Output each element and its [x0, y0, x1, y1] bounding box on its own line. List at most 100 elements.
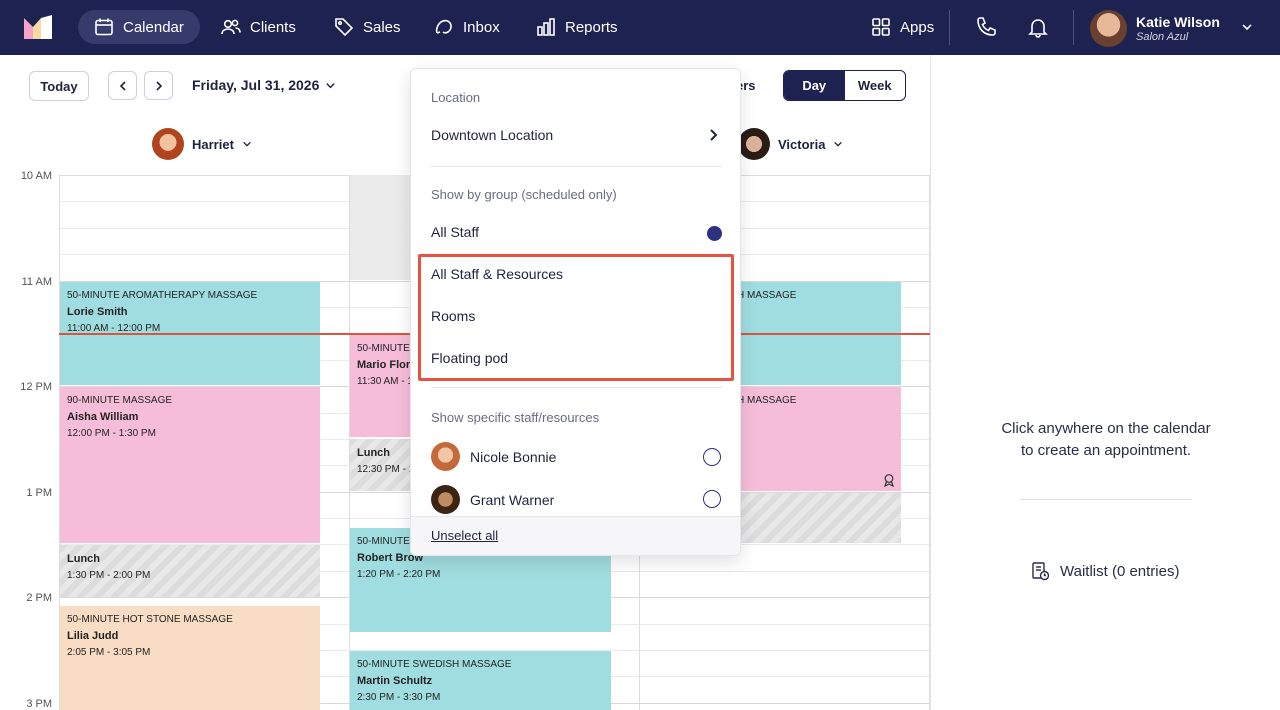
prev-day-button[interactable] [108, 71, 137, 100]
bar-chart-icon [537, 18, 555, 36]
staff-name: Victoria [778, 136, 826, 152]
inbox-icon [435, 19, 452, 34]
appointment-client: Aisha William [67, 410, 139, 423]
chevron-right-icon[interactable] [708, 128, 720, 142]
staff-header-victoria[interactable]: Victoria [738, 128, 843, 160]
apps-grid-icon [872, 18, 890, 36]
users-icon [221, 19, 241, 35]
user-avatar[interactable] [1090, 10, 1127, 47]
appointment-service: 50-MINUTE HOT STONE MASSAGE [67, 614, 233, 625]
location-selector[interactable]: Downtown Location [431, 127, 553, 143]
divider [949, 10, 950, 45]
staff-option[interactable]: Grant Warner [431, 485, 554, 514]
appointment-time: 2:30 PM - 3:30 PM [357, 691, 441, 703]
tag-icon [335, 18, 354, 37]
bell-icon[interactable] [1027, 16, 1049, 38]
time-label: 2 PM [26, 592, 52, 604]
radio-unselected[interactable] [703, 490, 721, 508]
view-week-button[interactable]: Week [845, 71, 906, 100]
appointment-card[interactable]: 50-MINUTE HOT STONE MASSAGE Lilia Judd 2… [60, 606, 320, 710]
calendar-icon [95, 18, 113, 36]
chevron-down-icon [834, 141, 843, 147]
staff-name: Harriet [192, 136, 234, 152]
time-label: 12 PM [20, 381, 52, 393]
nav-apps[interactable]: Apps [855, 10, 950, 44]
appointment-service: 90-MINUTE MASSAGE [67, 395, 173, 406]
nav-reports[interactable]: Reports [520, 10, 634, 44]
user-name[interactable]: Katie Wilson [1136, 14, 1220, 30]
divider [1073, 10, 1074, 45]
side-panel [930, 55, 1280, 710]
divider [431, 166, 722, 167]
avatar [152, 128, 184, 160]
time-label: 10 AM [20, 170, 52, 182]
appointment-service: 50-MINUTE SWEDISH MASSAGE [357, 659, 512, 670]
user-salon: Salon Azul [1136, 31, 1189, 43]
avatar [431, 442, 460, 471]
highlight-box [418, 254, 734, 381]
time-label: 11 AM [21, 276, 52, 288]
nav-sales[interactable]: Sales [318, 10, 417, 44]
staff-option[interactable]: Nicole Bonnie [431, 442, 556, 471]
staff-option-label: Grant Warner [470, 491, 555, 508]
location-heading: Location [431, 90, 481, 105]
time-label: 1 PM [26, 487, 52, 499]
top-navigation: Calendar Clients Sales Inbox Reports App… [0, 0, 1280, 55]
nav-calendar[interactable]: Calendar [78, 10, 200, 44]
time-label: 3 PM [26, 698, 52, 710]
appointment-client: Martin Schultz [357, 674, 433, 687]
specific-heading: Show specific staff/resources [431, 410, 600, 425]
waitlist-button[interactable]: Waitlist (0 entries) [1030, 561, 1179, 581]
nav-calendar-label: Calendar [123, 18, 184, 36]
award-icon [884, 474, 894, 487]
avatar [431, 485, 460, 514]
unselect-all-link[interactable]: Unselect all [431, 528, 498, 543]
nav-apps-label: Apps [900, 18, 935, 36]
view-toggle: Day Week [783, 70, 906, 101]
group-heading: Show by group (scheduled only) [431, 187, 617, 202]
staff-option-label: Nicole Bonnie [470, 448, 557, 465]
dropdown-footer: Unselect all [411, 516, 740, 555]
appointment-service: H MASSAGE [737, 395, 797, 406]
appointment-time: 12:00 PM - 1:30 PM [67, 427, 156, 439]
appointment-client: Lorie Smith [67, 305, 128, 318]
nav-clients-label: Clients [250, 18, 296, 36]
view-day-button[interactable]: Day [784, 71, 845, 100]
today-button[interactable]: Today [29, 71, 89, 101]
nav-inbox[interactable]: Inbox [418, 10, 516, 44]
nav-reports-label: Reports [565, 18, 618, 36]
nav-sales-label: Sales [363, 18, 401, 36]
avatar [738, 128, 770, 160]
chevron-down-icon [326, 82, 336, 88]
waitlist-label: Waitlist (0 entries) [1060, 562, 1180, 580]
appointment-time: 1:30 PM - 2:00 PM [67, 570, 151, 582]
date-picker[interactable]: Friday, Jul 31, 2026 [192, 77, 336, 93]
divider [1020, 499, 1192, 500]
appointment-client: Lilia Judd [67, 629, 119, 642]
chevron-right-icon [155, 80, 162, 91]
lunch-block[interactable]: Lunch 1:30 PM - 2:00 PM [60, 545, 320, 597]
create-appointment-hint: Click anywhere on the calendar to create… [1001, 420, 1211, 459]
appointment-time: 2:05 PM - 3:05 PM [67, 646, 151, 658]
appointment-service: H MASSAGE [737, 290, 797, 301]
appointment-time: 1:20 PM - 2:20 PM [357, 568, 441, 580]
appointment-service: Lunch [67, 553, 100, 565]
appointment-card[interactable]: 50-MINUTE SWEDISH MASSAGE Martin Schultz… [350, 651, 611, 710]
staff-header-harriet[interactable]: Harriet [152, 128, 252, 160]
phone-icon[interactable] [975, 16, 997, 38]
radio-unselected[interactable] [703, 448, 721, 466]
brand-logo-icon[interactable] [24, 15, 54, 39]
chevron-left-icon [119, 80, 126, 91]
appointment-card[interactable]: 90-MINUTE MASSAGE Aisha William 12:00 PM… [60, 387, 320, 543]
nav-clients[interactable]: Clients [205, 10, 312, 44]
group-option-all-staff[interactable]: All Staff [431, 224, 479, 240]
appointment-service: 50-MINUTE AROMATHERAPY MASSAGE [67, 290, 258, 301]
next-day-button[interactable] [144, 71, 173, 100]
divider [431, 387, 722, 388]
clipboard-clock-icon [1032, 562, 1050, 581]
radio-selected[interactable] [707, 226, 722, 241]
nav-inbox-label: Inbox [463, 18, 500, 36]
chevron-down-icon [243, 141, 251, 147]
chevron-down-icon[interactable] [1240, 20, 1254, 34]
date-label: Friday, Jul 31, 2026 [192, 77, 320, 93]
